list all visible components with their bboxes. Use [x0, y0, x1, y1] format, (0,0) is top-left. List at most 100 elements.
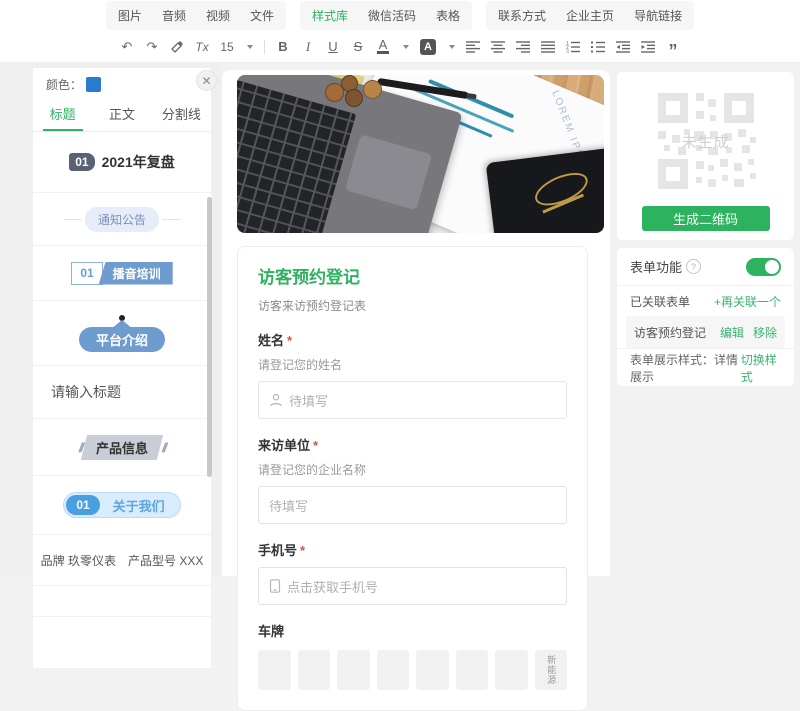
justify-icon[interactable] — [541, 38, 555, 56]
clear-format-icon[interactable]: Tx — [195, 38, 209, 56]
format-painter-icon[interactable] — [170, 38, 184, 56]
outdent-icon[interactable] — [616, 38, 630, 56]
template-title-text: 产品信息 — [96, 438, 148, 457]
insert-video-button[interactable]: 视频 — [206, 7, 230, 24]
insert-file-button[interactable]: 文件 — [250, 7, 274, 24]
field-label-company: 来访单位* — [258, 435, 567, 454]
company-placeholder: 待填写 — [269, 496, 308, 515]
editor-canvas: LOREM IPSUM DOLOR 访客预约登记 访客来访预约登记表 姓名* 请… — [222, 70, 610, 576]
align-center-icon[interactable] — [491, 38, 505, 56]
plate-char-box[interactable] — [416, 650, 449, 690]
template-item-skew-tag[interactable]: 01 播音培训 — [33, 246, 211, 301]
style-group: 样式库 微信活码 表格 — [300, 1, 472, 30]
help-icon[interactable]: ? — [686, 259, 701, 274]
style-tabs: 标题 正文 分割线 — [33, 101, 211, 132]
license-plate-row: 新能源 — [258, 650, 567, 690]
tab-heading[interactable]: 标题 — [33, 101, 92, 131]
form-feature-toggle[interactable] — [746, 258, 781, 276]
font-size-caret-icon[interactable] — [247, 45, 253, 49]
unordered-list-icon[interactable] — [591, 38, 605, 56]
tab-divider[interactable]: 分割线 — [152, 101, 211, 131]
coin — [345, 89, 363, 107]
desk-photo[interactable]: LOREM IPSUM DOLOR — [237, 75, 604, 233]
plate-new-energy-box[interactable]: 新能源 — [535, 650, 568, 690]
contact-info-button[interactable]: 联系方式 — [498, 7, 546, 24]
redo-icon[interactable]: ↷ — [145, 38, 159, 56]
plate-char-box[interactable] — [337, 650, 370, 690]
template-item-capsule[interactable]: 01 关于我们 — [33, 476, 211, 535]
plate-char-box[interactable] — [495, 650, 528, 690]
switch-style-link[interactable]: 切换样式 — [741, 351, 781, 385]
template-item-numbered-title[interactable]: 01 2021年复盘 — [33, 132, 211, 193]
qr-placeholder: 未生成 — [650, 85, 762, 197]
edit-form-link[interactable]: 编辑 — [720, 324, 744, 341]
color-picker-row: 颜色： — [33, 68, 211, 101]
plate-char-box[interactable] — [377, 650, 410, 690]
font-color-caret-icon[interactable] — [403, 45, 409, 49]
visitor-form-card[interactable]: 访客预约登记 访客来访预约登记表 姓名* 请登记您的姓名 待填写 来访单位* 请… — [237, 246, 588, 711]
font-size-select[interactable]: 15 — [220, 38, 234, 56]
style-library-button[interactable]: 样式库 — [312, 7, 348, 24]
plate-char-box[interactable] — [298, 650, 331, 690]
name-placeholder: 待填写 — [289, 391, 328, 410]
slash-decoration: // — [162, 440, 165, 455]
close-icon[interactable]: ✕ — [196, 70, 217, 91]
plate-char-box[interactable] — [456, 650, 489, 690]
template-title-text: 平台介绍 — [79, 327, 165, 352]
template-item-spec-text[interactable]: 品牌 玖零仪表 产品型号 XXX — [33, 535, 211, 586]
phone-placeholder: 点击获取手机号 — [287, 577, 378, 596]
svg-text:3: 3 — [566, 49, 569, 52]
link-group: 联系方式 企业主页 导航链接 — [486, 1, 694, 30]
linked-form-label: 已关联表单 — [630, 293, 690, 310]
color-swatch[interactable] — [86, 77, 101, 92]
field-label-name: 姓名* — [258, 330, 567, 349]
template-item-slash-band[interactable]: // 产品信息 // — [33, 419, 211, 476]
phone-input[interactable]: 点击获取手机号 — [258, 567, 567, 605]
font-color-button[interactable]: A — [376, 38, 390, 56]
remove-form-link[interactable]: 移除 — [753, 324, 777, 341]
insert-audio-button[interactable]: 音频 — [162, 7, 186, 24]
underline-button[interactable]: U — [326, 38, 340, 56]
form-title: 访客预约登记 — [258, 263, 567, 288]
bg-color-button[interactable]: A — [420, 39, 436, 55]
template-item-notice-pill[interactable]: 通知公告 — [33, 193, 211, 246]
required-asterisk: * — [287, 333, 292, 348]
tab-body-text[interactable]: 正文 — [92, 101, 151, 131]
align-right-icon[interactable] — [516, 38, 530, 56]
relink-form-link[interactable]: +再关联一个 — [714, 293, 781, 310]
insert-table-button[interactable]: 表格 — [436, 7, 460, 24]
template-item-plain-title[interactable]: 请输入标题 — [33, 366, 211, 419]
color-label: 颜色： — [46, 76, 82, 93]
field-helper-name: 请登记您的姓名 — [258, 356, 567, 373]
align-left-icon[interactable] — [466, 38, 480, 56]
bold-button[interactable]: B — [276, 38, 290, 56]
indent-icon[interactable] — [641, 38, 655, 56]
plate-char-box[interactable] — [258, 650, 291, 690]
template-item-hanging-sign[interactable]: 平台介绍 — [33, 301, 211, 366]
coin — [363, 80, 382, 99]
template-title-text: 播音培训 — [99, 262, 173, 285]
strikethrough-button[interactable]: S — [351, 38, 365, 56]
left-panel-scrollbar[interactable] — [207, 197, 212, 477]
italic-button[interactable]: I — [301, 38, 315, 56]
company-input[interactable]: 待填写 — [258, 486, 567, 524]
format-toolbar: ↶ ↷ Tx 15 B I U S A A 123 ” — [0, 31, 800, 63]
form-feature-panel: 表单功能 ? 已关联表单 +再关联一个 访客预约登记 编辑 移除 表单展示样式：… — [617, 248, 794, 386]
nav-link-button[interactable]: 导航链接 — [634, 7, 682, 24]
toggle-knob — [765, 260, 779, 274]
name-input[interactable]: 待填写 — [258, 381, 567, 419]
wechat-qr-button[interactable]: 微信活码 — [368, 7, 416, 24]
company-page-button[interactable]: 企业主页 — [566, 7, 614, 24]
template-item-partial[interactable] — [33, 586, 211, 617]
undo-icon[interactable]: ↶ — [120, 38, 134, 56]
blockquote-icon[interactable]: ” — [666, 34, 680, 60]
ordered-list-icon[interactable]: 123 — [566, 38, 580, 56]
template-number-badge: 01 — [71, 262, 102, 285]
generate-qr-button[interactable]: 生成二维码 — [642, 206, 770, 231]
style-library-panel: ✕ 颜色： 标题 正文 分割线 01 2021年复盘 通知公告 01 播音培训 — [33, 68, 211, 668]
pill-side-line — [64, 219, 82, 220]
bg-color-caret-icon[interactable] — [449, 45, 455, 49]
qr-panel: 未生成 生成二维码 — [617, 72, 794, 240]
insert-image-button[interactable]: 图片 — [118, 7, 142, 24]
slash-decoration: // — [79, 440, 82, 455]
